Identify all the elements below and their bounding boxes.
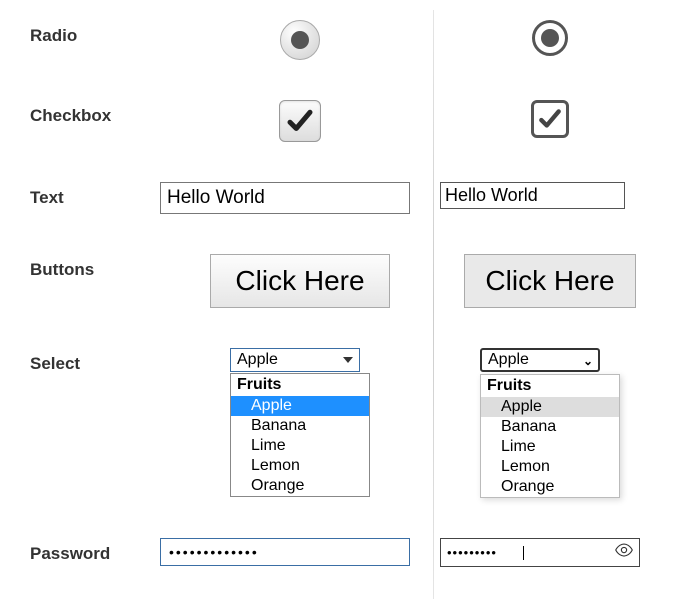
select-option[interactable]: Lime bbox=[481, 437, 619, 457]
label-buttons: Buttons bbox=[30, 254, 160, 280]
radio-dot-icon bbox=[291, 31, 309, 49]
label-checkbox: Checkbox bbox=[30, 100, 160, 126]
eye-icon[interactable] bbox=[615, 543, 633, 562]
checkbox-input-left[interactable] bbox=[279, 100, 321, 142]
select-option[interactable]: Orange bbox=[231, 476, 369, 496]
select-value: Apple bbox=[237, 351, 278, 368]
select-dropdown-right: Fruits Apple Banana Lime Lemon Orange bbox=[480, 374, 620, 498]
radio-input-left[interactable] bbox=[280, 20, 320, 60]
checkmark-icon bbox=[285, 106, 315, 136]
label-password: Password bbox=[30, 538, 160, 564]
select-option[interactable]: Apple bbox=[231, 396, 369, 416]
select-option[interactable]: Banana bbox=[231, 416, 369, 436]
select-option[interactable]: Lemon bbox=[231, 456, 369, 476]
text-input-right[interactable] bbox=[440, 182, 625, 209]
radio-dot-icon bbox=[541, 29, 559, 47]
select-option[interactable]: Lemon bbox=[481, 457, 619, 477]
text-input-left[interactable] bbox=[160, 182, 410, 214]
select-input-right[interactable]: Apple ⌄ bbox=[480, 348, 600, 372]
chevron-down-icon bbox=[343, 357, 353, 363]
select-option[interactable]: Apple bbox=[481, 397, 619, 417]
select-dropdown-left: Fruits Apple Banana Lime Lemon Orange bbox=[230, 373, 370, 497]
password-input-left[interactable]: ••••••••••••• bbox=[160, 538, 410, 566]
optgroup-label: Fruits bbox=[231, 374, 369, 396]
text-caret bbox=[523, 546, 524, 560]
select-option[interactable]: Orange bbox=[481, 477, 619, 497]
select-option[interactable]: Lime bbox=[231, 436, 369, 456]
optgroup-label: Fruits bbox=[481, 375, 619, 397]
select-value: Apple bbox=[488, 351, 529, 368]
label-text: Text bbox=[30, 182, 160, 208]
password-input-right[interactable]: ••••••••• bbox=[440, 538, 640, 567]
vertical-divider bbox=[433, 10, 434, 599]
checkmark-icon bbox=[537, 106, 563, 132]
radio-input-right[interactable] bbox=[532, 20, 568, 56]
label-select: Select bbox=[30, 348, 160, 374]
checkbox-input-right[interactable] bbox=[531, 100, 569, 138]
chevron-down-icon: ⌄ bbox=[583, 354, 593, 368]
label-radio: Radio bbox=[30, 20, 160, 46]
click-here-button-left[interactable]: Click Here bbox=[210, 254, 389, 308]
click-here-button-right[interactable]: Click Here bbox=[464, 254, 635, 308]
password-mask: ••••••••• bbox=[447, 545, 522, 560]
select-option[interactable]: Banana bbox=[481, 417, 619, 437]
select-input-left[interactable]: Apple bbox=[230, 348, 360, 372]
